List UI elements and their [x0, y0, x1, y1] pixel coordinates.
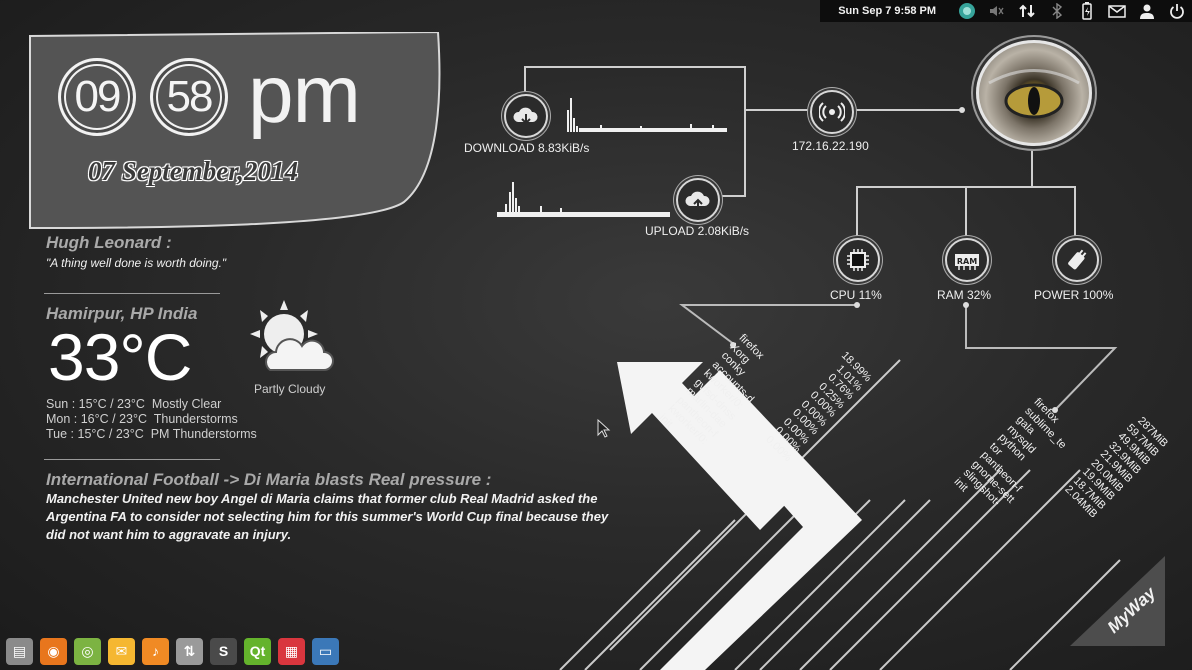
dock-sublime-icon[interactable]: S: [210, 637, 237, 665]
dock-files-icon[interactable]: ▤: [6, 637, 33, 665]
download-label: DOWNLOAD 8.83KiB/s: [464, 141, 590, 155]
cpu-icon: [836, 238, 880, 282]
dock-music-icon[interactable]: ♪: [142, 637, 169, 665]
cpu-usage: CPU 11%: [830, 288, 882, 302]
download-icon: [504, 94, 548, 138]
dock-mail-icon[interactable]: ✉: [108, 637, 135, 665]
upload-label: UPLOAD 2.08KiB/s: [645, 224, 750, 238]
avatar[interactable]: [976, 40, 1092, 146]
upload-icon: [676, 178, 720, 222]
ip-address: 172.16.22.190: [792, 139, 869, 153]
dock-qt-icon[interactable]: Qt: [244, 637, 271, 665]
dock-firefox-icon[interactable]: ◉: [40, 637, 67, 665]
ram-usage: RAM 32%: [937, 288, 992, 302]
wifi-signal-icon: [810, 90, 854, 134]
dock-settings-icon[interactable]: ⇅: [176, 637, 203, 665]
dock-calendar-icon[interactable]: ▦: [278, 637, 305, 665]
dock-web-icon[interactable]: ◎: [74, 637, 101, 665]
svg-text:RAM: RAM: [957, 257, 977, 266]
power-usage: POWER 100%: [1034, 288, 1114, 302]
ram-icon: RAM: [945, 238, 989, 282]
dock: ▤ ◉ ◎ ✉ ♪ ⇅ S Qt ▦ ▭: [0, 632, 386, 670]
myway-badge: MyWay: [1070, 556, 1165, 651]
dock-display-icon[interactable]: ▭: [312, 637, 339, 665]
power-plug-icon: [1055, 238, 1099, 282]
